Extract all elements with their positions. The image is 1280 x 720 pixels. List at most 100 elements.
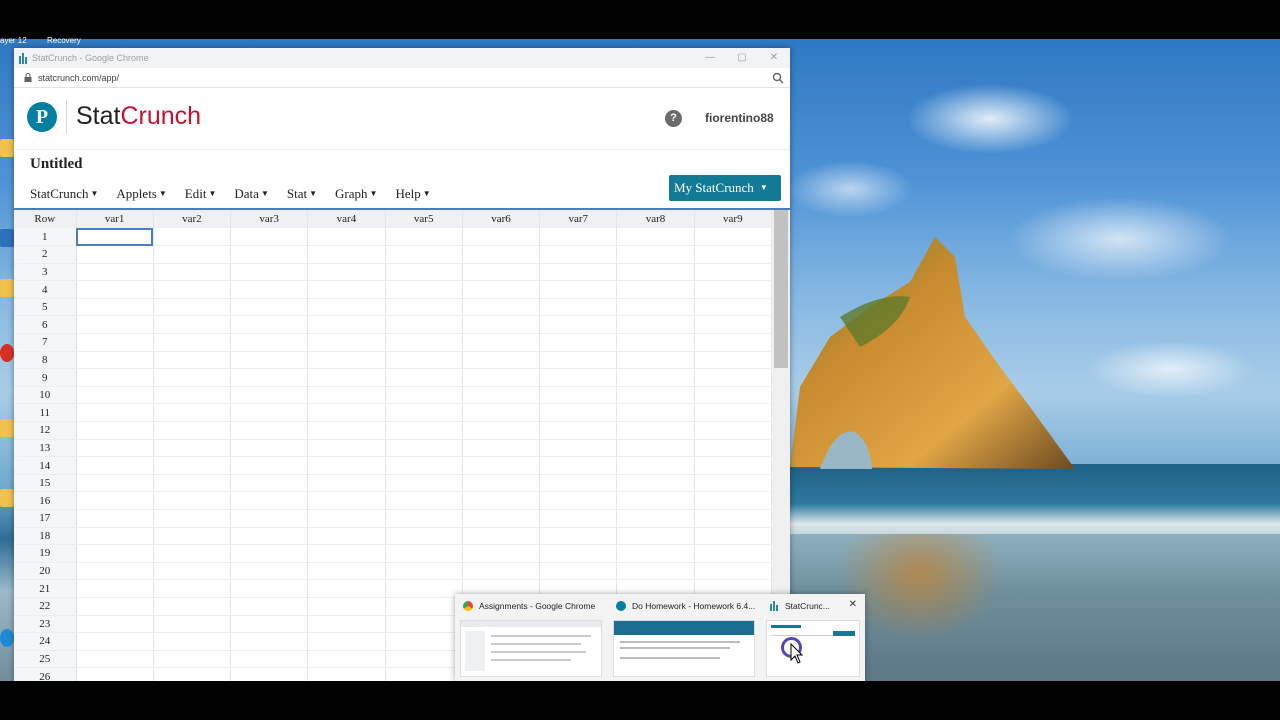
row-number[interactable]: 11 [14, 403, 77, 423]
grid-cell[interactable] [307, 650, 386, 669]
row-number[interactable]: 24 [14, 632, 77, 651]
row-number[interactable]: 7 [14, 333, 77, 352]
grid-cell[interactable] [385, 245, 463, 264]
menu-applets[interactable]: Applets ▼ [116, 186, 166, 202]
grid-cell[interactable] [539, 562, 618, 581]
grid-cell[interactable] [153, 386, 232, 405]
grid-cell[interactable] [616, 456, 695, 475]
row-number[interactable]: 3 [14, 263, 77, 282]
grid-cell[interactable] [462, 280, 541, 299]
menu-graph[interactable]: Graph ▼ [335, 186, 377, 202]
grid-cell[interactable] [694, 228, 773, 247]
column-header-var6[interactable]: var6 [462, 210, 541, 228]
grid-cell[interactable] [462, 368, 541, 387]
row-number[interactable]: 18 [14, 527, 77, 546]
grid-cell[interactable] [307, 456, 386, 475]
grid-cell[interactable] [539, 228, 618, 247]
row-number[interactable]: 20 [14, 562, 77, 581]
grid-cell[interactable] [153, 280, 232, 299]
row-number[interactable]: 12 [14, 421, 77, 440]
grid-cell[interactable] [230, 245, 309, 264]
row-number[interactable]: 13 [14, 439, 77, 458]
pearson-logo[interactable]: P [27, 102, 57, 132]
grid-cell[interactable] [76, 245, 154, 264]
grid-cell[interactable] [462, 562, 541, 581]
thumbnail-do-homework[interactable]: Do Homework - Homework 6.4... [608, 594, 760, 681]
grid-cell[interactable] [694, 491, 773, 510]
grid-cell[interactable] [616, 386, 695, 405]
row-number[interactable]: 15 [14, 474, 77, 493]
grid-cell[interactable] [153, 439, 232, 458]
column-header-var1[interactable]: var1 [76, 210, 154, 228]
grid-cell[interactable] [616, 491, 695, 510]
grid-cell[interactable] [694, 315, 773, 335]
grid-cell[interactable] [307, 280, 386, 299]
username-menu[interactable]: fiorentino88 [705, 111, 774, 125]
grid-cell[interactable] [385, 263, 463, 282]
row-number[interactable]: 22 [14, 597, 77, 616]
grid-cell[interactable] [385, 544, 463, 563]
grid-cell[interactable] [539, 280, 618, 299]
grid-cell[interactable] [307, 509, 386, 528]
my-statcrunch-button[interactable]: My StatCrunch ▼ [669, 175, 781, 201]
grid-cell[interactable] [153, 456, 232, 475]
menu-data[interactable]: Data ▼ [234, 186, 268, 202]
grid-cell[interactable] [307, 474, 386, 493]
grid-cell[interactable] [230, 527, 309, 546]
grid-cell[interactable] [462, 544, 541, 563]
grid-cell[interactable] [76, 615, 154, 634]
grid-cell[interactable] [694, 298, 773, 317]
grid-cell[interactable] [385, 439, 463, 458]
grid-cell[interactable] [539, 403, 618, 423]
grid-cell[interactable] [230, 403, 309, 423]
grid-cell[interactable] [307, 333, 386, 352]
url-text[interactable]: statcrunch.com/app/ [38, 73, 119, 83]
grid-cell[interactable] [385, 228, 463, 247]
grid-cell[interactable] [76, 597, 154, 616]
column-header-var7[interactable]: var7 [539, 210, 618, 228]
grid-cell[interactable] [76, 298, 154, 317]
grid-cell[interactable] [307, 403, 386, 423]
grid-cell[interactable] [694, 509, 773, 528]
desktop-folder-icon[interactable] [0, 139, 14, 157]
column-header-var2[interactable]: var2 [153, 210, 232, 228]
grid-cell[interactable] [153, 579, 232, 598]
menu-help[interactable]: Help ▼ [395, 186, 430, 202]
grid-cell[interactable] [153, 562, 232, 581]
minimize-button[interactable]: — [694, 48, 726, 68]
grid-cell[interactable] [153, 263, 232, 282]
grid-cell[interactable] [385, 597, 463, 616]
grid-cell[interactable] [616, 333, 695, 352]
grid-cell[interactable] [462, 491, 541, 510]
grid-cell[interactable] [307, 228, 386, 247]
grid-cell[interactable] [307, 263, 386, 282]
desktop-edge-icon[interactable] [0, 629, 14, 647]
grid-cell[interactable] [76, 632, 154, 651]
column-header-var8[interactable]: var8 [616, 210, 695, 228]
grid-cell[interactable] [616, 439, 695, 458]
grid-cell[interactable] [76, 421, 154, 440]
grid-cell[interactable] [307, 562, 386, 581]
close-icon[interactable]: ✕ [849, 599, 857, 610]
row-number[interactable]: 16 [14, 491, 77, 510]
desktop-folder-icon[interactable] [0, 489, 14, 507]
grid-cell[interactable] [230, 456, 309, 475]
row-number[interactable]: 23 [14, 615, 77, 634]
grid-cell[interactable] [539, 456, 618, 475]
grid-cell[interactable] [694, 403, 773, 423]
grid-cell[interactable] [230, 474, 309, 493]
grid-cell[interactable] [153, 491, 232, 510]
grid-cell[interactable] [230, 315, 309, 335]
grid-cell[interactable] [385, 527, 463, 546]
grid-cell[interactable] [230, 667, 309, 681]
grid-cell[interactable] [230, 544, 309, 563]
grid-cell[interactable] [539, 333, 618, 352]
grid-cell[interactable] [385, 351, 463, 370]
grid-cell[interactable] [616, 527, 695, 546]
grid-cell[interactable] [694, 439, 773, 458]
grid-cell[interactable] [153, 333, 232, 352]
grid-cell[interactable] [76, 439, 154, 458]
grid-cell[interactable] [307, 544, 386, 563]
grid-cell[interactable] [153, 615, 232, 634]
row-number[interactable]: 8 [14, 351, 77, 370]
